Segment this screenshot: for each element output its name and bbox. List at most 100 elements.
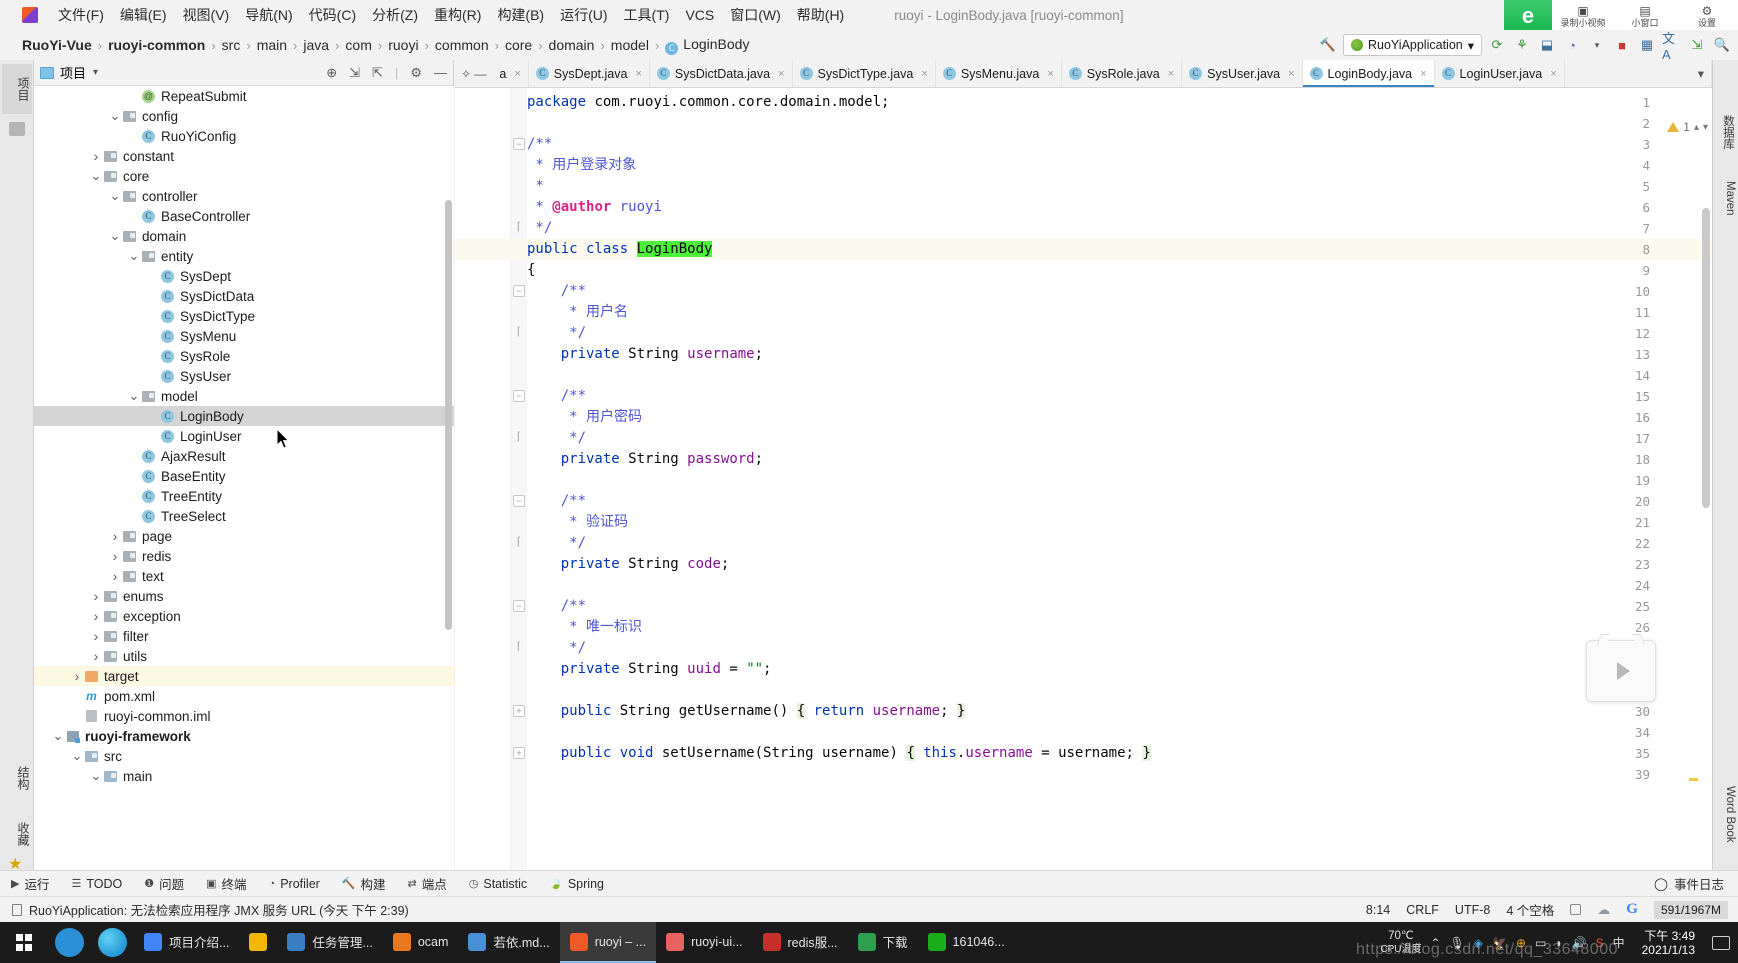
close-icon[interactable]: × [514, 68, 520, 80]
breadcrumb-item-10[interactable]: model [611, 37, 649, 53]
tool-window-端点[interactable]: ⇄ 端点 [397, 874, 458, 893]
tree-row[interactable]: C RuoYiConfig [34, 126, 454, 146]
volume-icon[interactable]: 🔊 [1572, 936, 1587, 950]
tree-row[interactable]: ⌄ entity [34, 246, 454, 266]
tree-row[interactable]: ⌄ core [34, 166, 454, 186]
tree-row[interactable]: › filter [34, 626, 454, 646]
chevron-down-icon[interactable]: ⌄ [128, 249, 140, 262]
chevron-down-icon[interactable]: ⌄ [71, 749, 83, 762]
chevron-right-icon[interactable]: › [90, 148, 102, 164]
breadcrumb-item-8[interactable]: core [505, 37, 532, 53]
sidebar-item-favorites[interactable]: 收藏 [2, 808, 32, 860]
editor-tab-3[interactable]: C SysDictType.java × [793, 60, 936, 87]
security-icon[interactable]: ⊕ [1516, 936, 1526, 950]
chevron-down-icon[interactable]: ⌄ [109, 109, 121, 122]
taskbar-app-1[interactable] [239, 922, 277, 963]
menu-item-9[interactable]: 工具(T) [616, 1, 678, 29]
taskbar-app-2[interactable]: 任务管理... [277, 922, 382, 963]
close-icon[interactable]: × [921, 68, 927, 80]
tree-row[interactable]: C AjaxResult [34, 446, 454, 466]
indent-setting[interactable]: 4 个空格 [1506, 900, 1554, 919]
code-fold-toggle[interactable]: + [513, 747, 525, 759]
menu-item-12[interactable]: 帮助(H) [789, 1, 852, 29]
structure-icon[interactable] [9, 122, 25, 136]
close-icon[interactable]: × [1047, 68, 1053, 80]
tool-window-运行[interactable]: ▶ 运行 [0, 874, 60, 893]
editor-tab-8[interactable]: C LoginUser.java × [1435, 60, 1565, 87]
editor-tab-bar[interactable]: ✧ — a × C SysDept.java × C SysDictData.java × C S… [455, 60, 1712, 88]
code-fold-toggle[interactable]: − [513, 495, 525, 507]
memory-indicator[interactable]: 591/1967M [1653, 900, 1728, 919]
menu-item-1[interactable]: 编辑(E) [112, 1, 175, 29]
chevron-right-icon[interactable]: › [109, 548, 121, 564]
breadcrumb-item-7[interactable]: common [435, 37, 489, 53]
tree-row[interactable]: @ RepeatSubmit [34, 86, 454, 106]
tree-row[interactable]: › enums [34, 586, 454, 606]
inspection-widget[interactable]: 1 ▴ ▾ [1667, 120, 1708, 134]
tree-row[interactable]: ⌄ model [34, 386, 454, 406]
tool-window-TODO[interactable]: ☰ TODO [60, 877, 133, 891]
chevron-down-icon[interactable]: ⌄ [109, 229, 121, 242]
editor-tab-4[interactable]: C SysMenu.java × [936, 60, 1062, 87]
chevron-down-icon[interactable]: ⌄ [109, 189, 121, 202]
taskbar-app-8[interactable]: 下载 [848, 922, 918, 963]
code-fold-toggle[interactable]: − [513, 138, 525, 150]
tree-row[interactable]: › constant [34, 146, 454, 166]
locate-icon[interactable]: ⊕ [326, 65, 337, 81]
editor-marker[interactable] [1689, 778, 1698, 781]
breadcrumb-item-2[interactable]: src [222, 37, 241, 53]
expand-all-icon[interactable]: ⇲ [349, 65, 360, 81]
update-icon[interactable]: ⇲ [1687, 35, 1707, 55]
coverage-icon[interactable]: ◔ [1562, 35, 1582, 55]
code-fold-toggle[interactable]: − [513, 285, 525, 297]
taskbar-app-5[interactable]: ruoyi – ... [559, 922, 657, 963]
lock-icon[interactable] [1570, 904, 1582, 915]
chevron-right-icon[interactable]: › [90, 628, 102, 644]
battery-icon[interactable]: ▭ [1535, 936, 1546, 950]
tool-window-问题[interactable]: ❶ 问题 [133, 874, 195, 893]
tool-window-Profiler[interactable]: ◔ Profiler [258, 877, 331, 891]
chevron-up-icon[interactable]: ▴ [1694, 122, 1699, 133]
code-fold-toggle[interactable]: ⌈ [513, 642, 525, 654]
chevron-down-icon[interactable]: ⌄ [90, 769, 102, 782]
tree-row[interactable]: C TreeSelect [34, 506, 454, 526]
editor-tab-0[interactable]: a × [492, 60, 529, 87]
tree-row[interactable]: m pom.xml [34, 686, 454, 706]
close-icon[interactable]: × [1168, 68, 1174, 80]
breadcrumb-item-9[interactable]: domain [549, 37, 595, 53]
sogou-icon[interactable]: S [1596, 936, 1604, 950]
thunderbird-icon[interactable]: 🦅 [1492, 936, 1507, 950]
breadcrumb-item-5[interactable]: com [345, 37, 371, 53]
tool-window-Statistic[interactable]: ◷ Statistic [458, 877, 538, 891]
sidebar-item-database[interactable]: 数据库 [1714, 102, 1736, 162]
editor-tab-1[interactable]: C SysDept.java × [529, 60, 650, 87]
taskbar-app-6[interactable]: ruoyi-ui... [656, 922, 752, 963]
chevron-down-icon[interactable]: ▾ [93, 67, 98, 78]
chevron-down-icon[interactable]: ⌄ [52, 729, 64, 742]
tree-row[interactable]: ruoyi-common.iml [34, 706, 454, 726]
sidebar-item-structure[interactable]: 结构 [2, 752, 32, 804]
recorder-settings-button[interactable]: ⚙ 设置 [1676, 0, 1738, 32]
editor-tab-7[interactable]: C LoginBody.java × [1302, 60, 1435, 87]
editor-tab-2[interactable]: C SysDictData.java × [650, 60, 793, 87]
close-icon[interactable]: × [1420, 68, 1426, 80]
editor-tab-6[interactable]: C SysUser.java × [1182, 60, 1303, 87]
chevron-right-icon[interactable]: › [90, 648, 102, 664]
breadcrumb-leaf[interactable]: C LoginBody [665, 36, 749, 55]
wifi-icon[interactable]: ◗ [1555, 936, 1562, 950]
tree-row[interactable]: ⌄ main [34, 766, 454, 786]
sidebar-item-project[interactable]: 项目 [2, 64, 32, 114]
chevron-right-icon[interactable]: › [109, 528, 121, 544]
breadcrumb-item-4[interactable]: java [303, 37, 329, 53]
chevron-right-icon[interactable]: › [71, 668, 83, 684]
menu-item-6[interactable]: 重构(R) [426, 1, 489, 29]
layout-icon[interactable]: ▦ [1637, 35, 1657, 55]
tab-pin-icon[interactable]: ✧ — [455, 60, 492, 87]
tree-row[interactable]: C SysDictData [34, 286, 454, 306]
tree-row[interactable]: C SysDept [34, 266, 454, 286]
line-separator[interactable]: CRLF [1406, 903, 1439, 917]
taskbar-app-0[interactable]: 项目介绍... [134, 922, 239, 963]
debug-step-icon[interactable]: ⬓ [1537, 35, 1557, 55]
edge-icon[interactable] [98, 928, 127, 957]
project-file-tree[interactable]: @ RepeatSubmit ⌄ config C RuoYiConfig › constan… [34, 86, 454, 870]
